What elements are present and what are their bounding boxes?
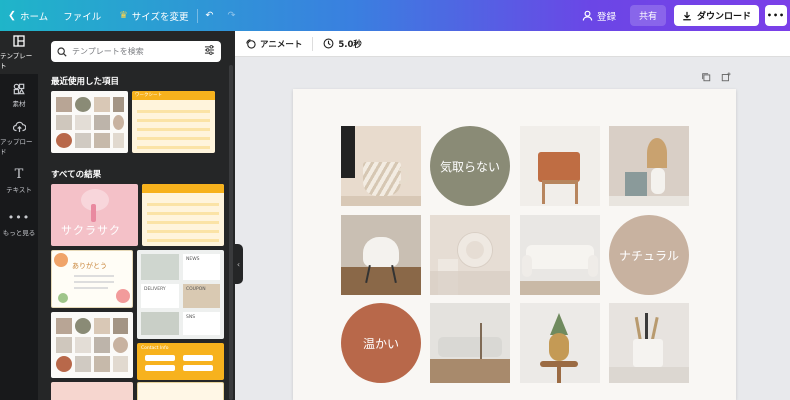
- home-button[interactable]: ❮ ホーム: [0, 0, 54, 31]
- file-label: ファイル: [63, 11, 102, 23]
- recent-template-moodboard[interactable]: [51, 91, 128, 153]
- worksheet-header: ワークシート: [135, 93, 162, 98]
- rail-label: テンプレート: [0, 52, 33, 70]
- sakura-title: サクラサク: [61, 224, 121, 237]
- user-icon: [582, 10, 593, 21]
- recent-section-title: 最近使用した項目: [51, 77, 120, 87]
- photo-vase-books[interactable]: [609, 126, 689, 206]
- panel-scrollbar[interactable]: [229, 65, 233, 400]
- photo-armchair[interactable]: [341, 215, 421, 295]
- template-partial-1[interactable]: [51, 382, 133, 400]
- photo-sculpture[interactable]: [430, 215, 510, 295]
- add-page-icon[interactable]: [721, 72, 731, 85]
- sns-label: SNS: [183, 312, 220, 335]
- animate-button[interactable]: アニメート: [235, 38, 312, 50]
- download-button[interactable]: ダウンロード: [673, 5, 759, 26]
- duplicate-page-icon[interactable]: [701, 72, 711, 85]
- file-menu-button[interactable]: ファイル: [54, 0, 110, 31]
- floral-title: ありがとう: [72, 262, 107, 270]
- filter-icon[interactable]: [204, 45, 215, 58]
- chevron-left-icon: ❮: [8, 10, 16, 21]
- delivery-label: DELIVERY: [141, 284, 179, 308]
- circle-terracotta[interactable]: 温かい: [341, 303, 421, 383]
- rail-item-text[interactable]: T テキスト: [0, 160, 38, 203]
- photo-living-room[interactable]: [430, 303, 510, 383]
- rail-label: 素材: [12, 100, 26, 108]
- circle-text-1: 気取らない: [430, 126, 510, 206]
- rail-label: アップロード: [0, 138, 33, 156]
- circle-text-3: 温かい: [341, 303, 421, 383]
- canvas-toolbar: アニメート 5.0秒: [235, 31, 790, 57]
- photo-sofa[interactable]: [520, 215, 600, 295]
- redo-button[interactable]: ↷: [220, 0, 242, 31]
- top-bar: ❮ ホーム ファイル ♛ サイズを変更 ↶ ↷ 登録 共有 ダウンロード •••: [0, 0, 790, 31]
- signin-button[interactable]: 登録: [576, 0, 630, 31]
- design-page[interactable]: 気取らない ナチュラル 温かい: [293, 89, 736, 400]
- more-horizontal-icon: •••: [766, 11, 786, 20]
- undo-icon: ↶: [205, 10, 214, 21]
- page-actions: [701, 72, 731, 85]
- search-icon: [57, 46, 67, 57]
- download-label: ダウンロード: [696, 12, 751, 22]
- chevron-left-icon: ‹: [236, 259, 241, 269]
- templates-panel: テンプレートを検索 最近使用した項目 ワークシート すべての結果 サクラサク あ…: [38, 31, 235, 400]
- duration-button[interactable]: 5.0秒: [313, 38, 372, 50]
- template-icon: [13, 35, 25, 47]
- resize-label: サイズを変更: [131, 11, 189, 23]
- rail-item-more[interactable]: ••• もっと見る: [0, 203, 38, 246]
- home-label: ホーム: [19, 11, 49, 23]
- template-sakura[interactable]: サクラサク: [51, 184, 138, 246]
- circle-text-2: ナチュラル: [609, 215, 689, 295]
- signin-label: 登録: [596, 11, 616, 23]
- redo-icon: ↷: [227, 10, 236, 21]
- circle-olive[interactable]: 気取らない: [430, 126, 510, 206]
- animate-icon: [246, 39, 256, 49]
- template-partial-2[interactable]: [137, 382, 224, 400]
- contact-title: Contact Info: [141, 346, 169, 351]
- collapse-panel-button[interactable]: ‹: [234, 244, 243, 284]
- duration-label: 5.0秒: [338, 39, 362, 50]
- elements-icon: [13, 83, 25, 95]
- share-label: 共有: [638, 12, 657, 22]
- results-section-title: すべての結果: [51, 170, 102, 180]
- more-icon: •••: [7, 211, 31, 224]
- clock-icon: [323, 38, 334, 49]
- upload-icon: [12, 121, 26, 133]
- rail-item-uploads[interactable]: アップロード: [0, 117, 38, 160]
- template-floral-thanks[interactable]: ありがとう: [51, 250, 133, 308]
- template-worksheet-2[interactable]: [142, 184, 224, 246]
- icon-rail: テンプレート 素材 アップロード T テキスト ••• もっと見る: [0, 31, 38, 400]
- rail-item-elements[interactable]: 素材: [0, 74, 38, 117]
- text-icon: T: [14, 167, 24, 182]
- circle-sand[interactable]: ナチュラル: [609, 215, 689, 295]
- resize-button[interactable]: ♛ サイズを変更: [110, 0, 197, 31]
- template-moodboard-2[interactable]: [51, 312, 133, 378]
- more-options-button[interactable]: •••: [765, 5, 787, 26]
- news-label: NEWS: [183, 254, 220, 280]
- template-shop-news[interactable]: NEWS DELIVERY COUPON SNS: [137, 250, 224, 339]
- template-search-input[interactable]: テンプレートを検索: [51, 41, 221, 62]
- rail-label: もっと見る: [2, 229, 36, 237]
- photo-brush-cup[interactable]: [609, 303, 689, 383]
- rail-item-templates[interactable]: テンプレート: [0, 31, 38, 74]
- photo-mug[interactable]: [341, 126, 421, 206]
- undo-button[interactable]: ↶: [198, 0, 220, 31]
- crown-icon: ♛: [119, 10, 128, 21]
- photo-chair[interactable]: [520, 126, 600, 206]
- download-icon: [683, 11, 691, 20]
- recent-template-worksheet[interactable]: ワークシート: [132, 91, 215, 153]
- share-button[interactable]: 共有: [629, 5, 666, 26]
- coupon-label: COUPON: [183, 284, 220, 308]
- animate-label: アニメート: [260, 39, 303, 50]
- rail-label: テキスト: [6, 186, 32, 194]
- search-placeholder: テンプレートを検索: [72, 47, 144, 56]
- photo-pineapple[interactable]: [520, 303, 600, 383]
- template-contact-info[interactable]: Contact Info: [137, 343, 224, 380]
